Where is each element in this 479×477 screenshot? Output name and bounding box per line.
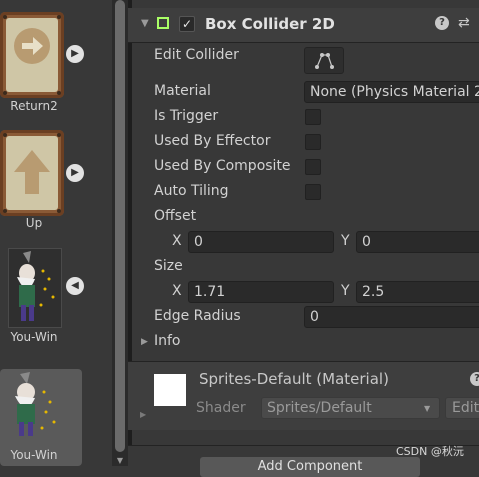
edit-collider-label: Edit Collider xyxy=(154,47,239,63)
used-by-effector-checkbox[interactable] xyxy=(305,134,321,150)
asset-label: Return2 xyxy=(10,99,58,113)
info-foldout-label[interactable]: Info xyxy=(154,333,181,349)
size-label: Size xyxy=(154,258,183,274)
edge-radius-field[interactable]: 0 xyxy=(304,306,479,328)
is-trigger-checkbox[interactable] xyxy=(305,109,321,125)
offset-x-label[interactable]: X xyxy=(172,233,182,249)
box-collider-icon xyxy=(157,17,169,29)
offset-x-field[interactable]: 0 xyxy=(188,231,334,253)
edge-radius-label: Edge Radius xyxy=(154,308,241,324)
auto-tiling-checkbox[interactable] xyxy=(305,184,321,200)
foldout-expanded-icon[interactable]: ▼ xyxy=(141,18,149,29)
arrow-right-icon xyxy=(0,12,64,98)
asset-panel: ▶ Return2 ▶ Up ◀ You-Win You-Win xyxy=(0,0,112,466)
auto-tiling-label: Auto Tiling xyxy=(154,183,229,199)
offset-y-field[interactable]: 0 xyxy=(356,231,479,253)
component-enabled-checkbox[interactable]: ✓ xyxy=(179,16,195,32)
size-y-field[interactable]: 2.5 xyxy=(356,281,479,303)
used-by-composite-checkbox[interactable] xyxy=(305,159,321,175)
play-button[interactable]: ◀ xyxy=(66,277,84,295)
arrow-up-icon xyxy=(0,130,64,216)
play-button[interactable]: ▶ xyxy=(66,164,84,182)
asset-label: You-Win xyxy=(10,330,58,344)
component-title: Box Collider 2D xyxy=(205,15,335,33)
size-y-label[interactable]: Y xyxy=(341,283,350,299)
asset-label: You-Win xyxy=(10,448,58,462)
gnome-sprite-icon xyxy=(0,370,64,456)
is-trigger-label: Is Trigger xyxy=(154,108,219,124)
shader-label: Shader xyxy=(196,400,246,416)
foldout-collapsed-icon[interactable]: ▶ xyxy=(141,337,148,347)
dropdown-arrow-icon: ▼ xyxy=(424,404,431,413)
size-x-field[interactable]: 1.71 xyxy=(188,281,334,303)
size-x-label[interactable]: X xyxy=(172,283,182,299)
offset-label: Offset xyxy=(154,208,197,224)
scroll-down-icon[interactable]: ▼ xyxy=(114,456,126,466)
edit-collider-icon xyxy=(315,53,334,69)
material-field[interactable]: None (Physics Material 2D) xyxy=(304,81,479,103)
material-help-icon[interactable]: ? xyxy=(470,372,479,386)
scrollbar-thumb[interactable] xyxy=(115,0,125,452)
settings-icon[interactable]: ⇄ xyxy=(458,15,470,31)
shader-dropdown[interactable]: Sprites/Default xyxy=(261,397,440,419)
used-by-effector-label: Used By Effector xyxy=(154,133,271,149)
material-foldout-icon[interactable]: ▶ xyxy=(140,410,146,419)
asset-label: Up xyxy=(25,216,43,230)
edit-shader-button[interactable]: Edit... xyxy=(445,397,479,419)
material-name: Sprites-Default (Material) xyxy=(199,370,389,388)
offset-y-label[interactable]: Y xyxy=(341,233,350,249)
add-component-button[interactable]: Add Component xyxy=(200,457,420,477)
help-icon[interactable]: ? xyxy=(435,16,449,30)
play-button[interactable]: ▶ xyxy=(66,45,84,63)
edit-collider-button[interactable] xyxy=(304,47,344,74)
material-label: Material xyxy=(154,83,211,99)
gnome-sprite-icon xyxy=(0,248,64,334)
material-preview-swatch xyxy=(154,374,186,406)
used-by-composite-label: Used By Composite xyxy=(154,158,291,174)
watermark-text: CSDN @秋沅 xyxy=(396,445,464,458)
